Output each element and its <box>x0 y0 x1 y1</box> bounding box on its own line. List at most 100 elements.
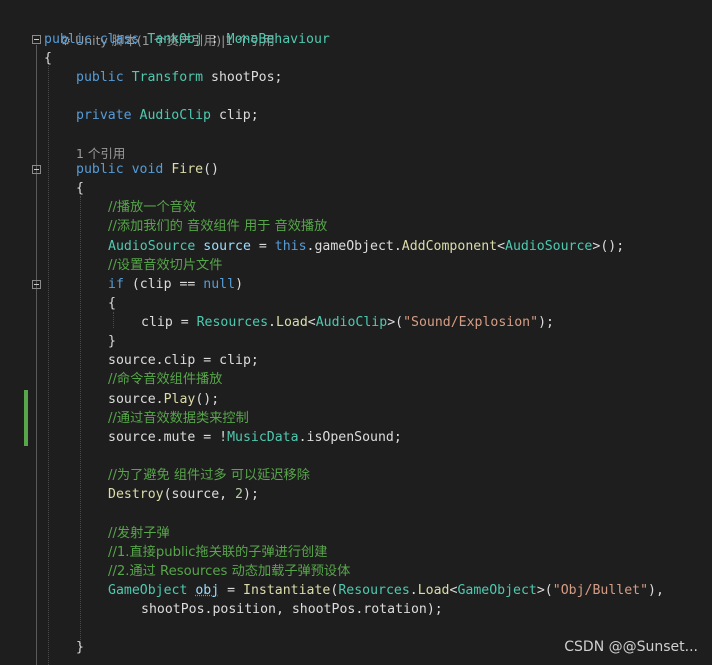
brace-open: { <box>44 51 52 66</box>
punct: . <box>409 583 418 598</box>
number-literal: 2 <box>235 487 243 502</box>
type-name: MusicData <box>227 430 299 445</box>
punct: : <box>202 32 227 47</box>
type-name: Resources <box>338 583 410 598</box>
member-access: source. <box>108 392 164 407</box>
type-name: AudioSource <box>505 239 593 254</box>
code-comment[interactable]: //播放一个音效 <box>108 198 196 217</box>
brace-close: } <box>108 334 116 349</box>
type-name: AudioSource <box>108 239 196 254</box>
field-name: clip; <box>211 108 259 123</box>
code-comment[interactable]: //添加我们的 音效组件 用于 音效播放 <box>108 217 327 236</box>
punct: >( <box>387 315 404 330</box>
keyword: class <box>99 32 140 47</box>
change-indicator <box>24 390 28 446</box>
base-class: MonoBehaviour <box>226 32 330 47</box>
code-line-field-shootpos[interactable]: public Transform shootPos; <box>76 68 282 87</box>
fold-toggle-class[interactable] <box>32 35 41 44</box>
keyword: public <box>44 32 92 47</box>
code-line-destroy[interactable]: Destroy(source, 2); <box>108 485 259 504</box>
punct: ); <box>243 487 259 502</box>
punct: < <box>497 239 506 254</box>
brace-open: { <box>108 296 116 311</box>
type-name: AudioClip <box>139 108 211 123</box>
fold-toggle-if[interactable] <box>32 280 41 289</box>
punct: ), <box>648 583 664 598</box>
code-line-brace[interactable]: { <box>108 294 116 313</box>
code-comment[interactable]: //发射子弹 <box>108 524 170 543</box>
indent-guide <box>80 196 81 646</box>
keyword: void <box>131 162 164 177</box>
keyword: null <box>203 277 236 292</box>
punct: = <box>250 239 275 254</box>
arguments: (source, <box>163 487 236 502</box>
method-call: Destroy <box>108 487 164 502</box>
code-comment[interactable]: //通过音效数据类来控制 <box>108 409 249 428</box>
code-line-brace[interactable]: { <box>76 179 84 198</box>
code-line-instantiate[interactable]: GameObject obj = Instantiate(Resources.L… <box>108 581 664 600</box>
variable: source <box>195 239 251 254</box>
method-call: Play <box>163 392 196 407</box>
code-line-if[interactable]: if (clip == null) <box>108 275 243 294</box>
member-access: .gameObject. <box>306 239 402 254</box>
punct: >( <box>536 583 553 598</box>
keyword: if <box>108 277 124 292</box>
punct: () <box>203 162 219 177</box>
code-line-brace[interactable]: } <box>76 638 84 657</box>
code-editor[interactable]: ⚙ Unity 脚本(1 个资产引用)|1 个引用 public class T… <box>0 0 712 665</box>
type-name: GameObject <box>457 583 537 598</box>
fold-toggle-method[interactable] <box>32 165 41 174</box>
field-name: shootPos; <box>203 70 283 85</box>
type-name: AudioClip <box>315 315 388 330</box>
punct: ) <box>235 277 244 292</box>
code-line-add-component[interactable]: AudioSource source = this.gameObject.Add… <box>108 237 624 256</box>
code-line-play[interactable]: source.Play(); <box>108 390 219 409</box>
assignment: clip = <box>141 315 197 330</box>
method-call: AddComponent <box>401 239 498 254</box>
variable: obj <box>195 583 220 598</box>
brace-close: } <box>76 640 84 655</box>
keyword: this <box>274 239 307 254</box>
code-line-load-clip[interactable]: clip = Resources.Load<AudioClip>("Sound/… <box>141 313 554 332</box>
member-access: .isOpenSound; <box>298 430 402 445</box>
method-name: Fire <box>171 162 204 177</box>
code-line-field-clip[interactable]: private AudioClip clip; <box>76 106 259 125</box>
codelens-method-text[interactable]: 1 个引用 <box>76 146 125 161</box>
watermark: CSDN @@Sunset... <box>564 639 698 655</box>
assignment: source.mute = ! <box>108 430 228 445</box>
punct: . <box>268 315 276 330</box>
code-comment[interactable]: //2.通过 Resources 动态加载子弹预设体 <box>108 562 350 581</box>
punct: < <box>307 315 316 330</box>
code-comment[interactable]: //设置音效切片文件 <box>108 256 222 275</box>
code-line-brace[interactable]: } <box>108 332 116 351</box>
code-line-instantiate-cont[interactable]: shootPos.position, shootPos.rotation); <box>141 600 443 619</box>
method-call: Load <box>417 583 450 598</box>
code-comment[interactable]: //命令音效组件播放 <box>108 370 222 389</box>
string-literal: "Sound/Explosion" <box>403 315 539 330</box>
codelens-class[interactable]: ⚙ Unity 脚本(1 个资产引用)|1 个引用 <box>44 12 275 48</box>
string-literal: "Obj/Bullet" <box>552 583 649 598</box>
keyword: public <box>76 70 124 85</box>
fold-line-class <box>36 45 37 665</box>
code-line-method-decl[interactable]: public void Fire() <box>76 160 219 179</box>
punct: >(); <box>592 239 625 254</box>
keyword: public <box>76 162 124 177</box>
code-line-class-decl[interactable]: public class TankObj : MonoBehaviour <box>44 30 330 49</box>
keyword: private <box>76 108 132 123</box>
code-line-mute[interactable]: source.mute = !MusicData.isOpenSound; <box>108 428 402 447</box>
method-call: Instantiate <box>243 583 331 598</box>
punct: (); <box>195 392 220 407</box>
type-name: GameObject <box>108 583 188 598</box>
type-name: Transform <box>131 70 204 85</box>
punct: = <box>219 583 244 598</box>
condition: (clip == <box>123 277 204 292</box>
code-line-assign-clip[interactable]: source.clip = clip; <box>108 351 259 370</box>
punct: ); <box>538 315 554 330</box>
indent-guide <box>113 312 114 328</box>
code-line-brace[interactable]: { <box>44 49 52 68</box>
indent-guide <box>48 66 49 665</box>
code-comment[interactable]: //1.直接public拖关联的子弹进行创建 <box>108 543 327 562</box>
class-name: TankObj <box>147 32 203 47</box>
type-name: Resources <box>196 315 269 330</box>
code-comment[interactable]: //为了避免 组件过多 可以延迟移除 <box>108 466 310 485</box>
